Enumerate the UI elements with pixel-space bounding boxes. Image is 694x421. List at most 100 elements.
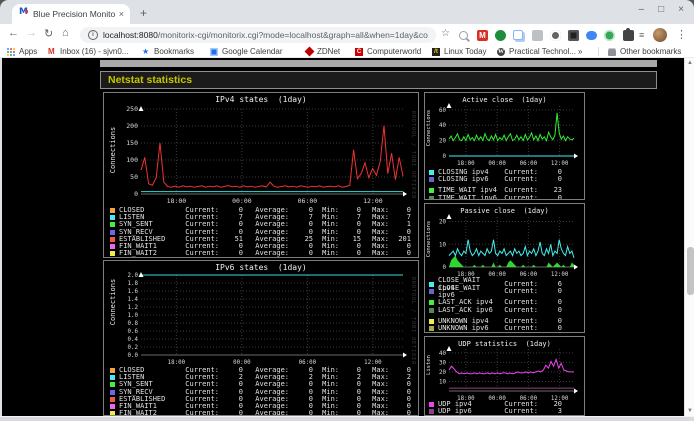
y-tick: 50: [130, 173, 138, 181]
udp-legend: UDP ipv4Current:20UDP ipv6Current:3: [429, 401, 579, 415]
y-tick: 0: [443, 154, 447, 160]
x-tick: 06:00: [520, 161, 538, 167]
ipv6-plot: 2.01.81.61.41.21.00.80.60.40.20.018:0000…: [104, 273, 418, 371]
legend-row: LAST_ACK ipv6Current:0: [429, 307, 579, 314]
legend-swatch: [429, 409, 434, 414]
bookmark-computerworld[interactable]: C Computerworld: [355, 46, 421, 57]
star-icon: ★: [142, 48, 150, 56]
new-tab-button[interactable]: +: [140, 6, 147, 20]
scrollbar-down-icon[interactable]: ▼: [686, 408, 694, 414]
bookmark-calendar[interactable]: Google Calendar: [210, 46, 282, 57]
legend-min-value: 0: [339, 250, 361, 257]
y-tick: 60: [439, 108, 446, 114]
legend-name: CLOSING ipv6: [438, 176, 500, 183]
back-icon[interactable]: ←: [8, 27, 19, 39]
bookmarks-overflow-chevron[interactable]: »: [578, 46, 582, 57]
y-tick: 20: [439, 220, 446, 226]
home-icon[interactable]: ⌂: [62, 27, 69, 39]
window-controls: – □ ×: [639, 4, 684, 15]
maximize-button[interactable]: □: [658, 4, 664, 15]
legend-current-label: Current:: [500, 408, 538, 415]
y-tick: 100: [126, 156, 138, 164]
x-tick: 06:00: [299, 360, 317, 366]
circle-extension-icon[interactable]: [604, 30, 615, 41]
extensions-puzzle-icon[interactable]: [623, 30, 634, 41]
ipv4-plot: 25020015010050018:0000:0006:0012:00RRDTO…: [104, 105, 418, 207]
rrdtool-watermark: RRDTOOL / TOBI OETIKER: [410, 277, 416, 365]
legend-swatch: [110, 251, 115, 256]
legend-row: FIN_WAIT2Current:0Average:0Min:0Max:0: [110, 250, 414, 257]
apps-grid-icon: [7, 48, 15, 56]
passive-close-graph[interactable]: Passive close (1day) Connections 2010018…: [424, 203, 585, 333]
legend-swatch: [429, 188, 434, 193]
bookmark-apps[interactable]: Apps: [7, 46, 37, 57]
x-tick: 18:00: [457, 161, 475, 167]
y-tick: 20: [439, 139, 446, 145]
bookmarks-divider: [598, 47, 599, 56]
x-tick: 06:00: [520, 272, 538, 278]
x-tick: 00:00: [488, 161, 506, 167]
series-CLOSE_WAIT ipv4: [449, 240, 574, 258]
bookmark-zdnet[interactable]: ZDNet: [306, 46, 340, 57]
legend-current-label: Current:: [183, 250, 219, 257]
browser-tab[interactable]: M Blue Precision Monitorix ×: [12, 4, 130, 24]
ipv6-states-graph[interactable]: IPv6 states (1day) Connections 2.01.81.6…: [103, 260, 419, 416]
eye-extension-icon[interactable]: [550, 30, 561, 41]
bookmark-star-icon[interactable]: ☆: [441, 28, 450, 39]
legend-swatch: [110, 368, 115, 373]
scrollbar-thumb[interactable]: [687, 247, 694, 295]
legend-swatch: [110, 230, 115, 235]
y-tick: 250: [126, 105, 138, 113]
minimize-button[interactable]: –: [639, 4, 645, 15]
legend-current-label: Current:: [500, 288, 538, 295]
bookmark-linuxtoday[interactable]: /t Linux Today: [432, 46, 487, 57]
linuxtoday-icon: /t: [432, 48, 440, 56]
bookmark-other-folder[interactable]: Other bookmarks: [608, 46, 681, 57]
square-extension-icon[interactable]: [532, 30, 543, 41]
x-tick: 12:00: [551, 161, 569, 167]
ipv4-states-graph[interactable]: IPv4 states (1day) Connections 250200150…: [103, 92, 419, 258]
reload-icon[interactable]: ↻: [44, 27, 53, 40]
y-tick: 0.2: [128, 345, 138, 351]
section-header: Netstat statistics: [100, 71, 657, 89]
pill-extension-icon[interactable]: [586, 31, 597, 40]
copy-extension-icon[interactable]: [513, 30, 523, 40]
bookmark-bookmarks[interactable]: ★ Bookmarks: [142, 46, 194, 57]
tab-close-icon[interactable]: ×: [119, 9, 124, 19]
legend-row: TIME_WAIT ipv6Current:0: [429, 195, 579, 200]
series-LAST_ACK ipv4: [449, 256, 574, 267]
x-tick: 18:00: [167, 197, 187, 205]
page-info-icon[interactable]: i: [88, 30, 98, 40]
legend-current-label: Current:: [500, 176, 538, 183]
browser-menu-icon[interactable]: ⋮: [676, 28, 687, 41]
legend-name: LAST_ACK ipv6: [438, 307, 500, 314]
legend-row: UNKNOWN ipv6Current:0: [429, 325, 579, 332]
legend-swatch: [429, 282, 434, 287]
legend-swatch: [110, 215, 115, 220]
legend-current-value: 0: [538, 195, 562, 200]
tab-list-icon[interactable]: ≡: [639, 30, 643, 40]
address-bar[interactable]: i localhost:8080/monitorix-cgi/monitorix…: [80, 27, 436, 43]
forward-icon[interactable]: →: [26, 27, 37, 39]
y-tick: 10: [439, 379, 446, 385]
scrollbar[interactable]: ▲ ▼: [684, 58, 694, 416]
y-tick: 0: [443, 265, 447, 271]
bookmark-inbox[interactable]: M Inbox (16) - sjvn0...: [48, 46, 128, 57]
window-bottom-edge: [0, 416, 694, 421]
scrollbar-up-icon[interactable]: ▲: [686, 60, 694, 66]
app-extension-icon[interactable]: [568, 30, 579, 41]
globe-extension-icon[interactable]: [495, 30, 506, 41]
bookmark-practical[interactable]: W Practical Technol...: [497, 46, 576, 57]
y-tick: 0.0: [128, 353, 139, 359]
search-extension-icon[interactable]: [459, 31, 468, 40]
window-close-button[interactable]: ×: [678, 4, 684, 15]
legend-swatch: [429, 289, 434, 294]
active-legend: CLOSING ipv4Current:0CLOSING ipv6Current…: [429, 169, 579, 200]
active-graph-title: Active close (1day): [425, 96, 584, 104]
mail-extension-icon[interactable]: M: [477, 30, 488, 41]
y-tick: 1.4: [128, 297, 139, 303]
active-close-graph[interactable]: Active close (1day) Connections 60402001…: [424, 92, 585, 200]
udp-statistics-graph[interactable]: UDP statistics (1day) Listen 4030201018:…: [424, 336, 585, 416]
x-axis-arrow: [574, 265, 578, 270]
profile-avatar[interactable]: [653, 28, 667, 42]
